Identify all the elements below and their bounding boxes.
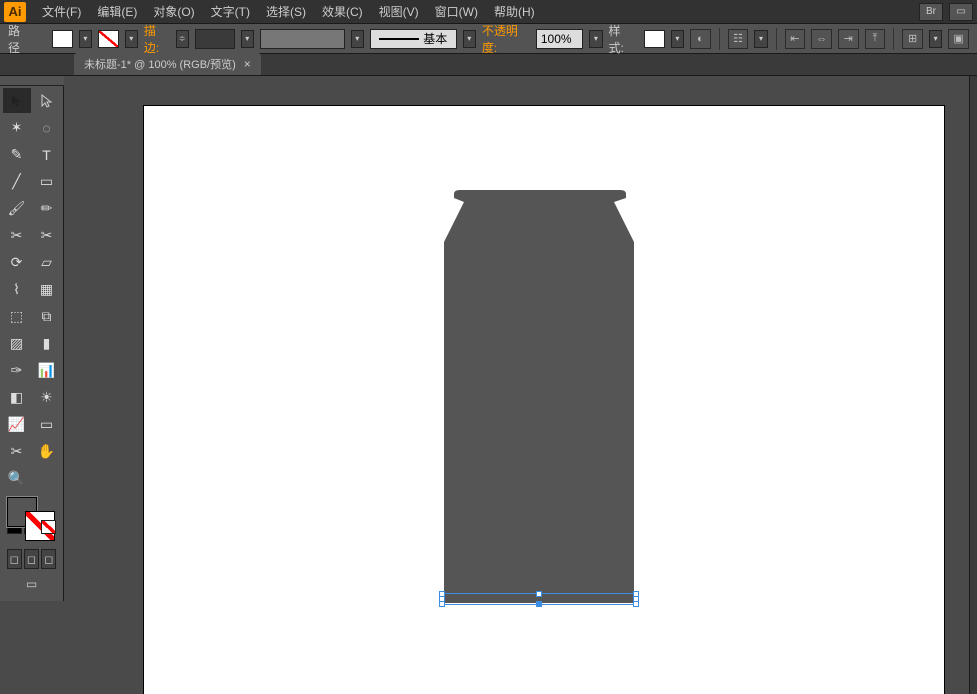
color-mode-none[interactable] bbox=[41, 520, 56, 534]
transform-icon[interactable]: ⊞ bbox=[902, 29, 923, 49]
lasso-tool[interactable]: ◌ bbox=[33, 115, 61, 140]
handle-bottom-right[interactable] bbox=[633, 601, 639, 607]
variable-width-profile[interactable] bbox=[260, 29, 345, 49]
menu-help[interactable]: 帮助(H) bbox=[486, 1, 543, 22]
menu-bar: Ai 文件(F) 编辑(E) 对象(O) 文字(T) 选择(S) 效果(C) 视… bbox=[0, 0, 977, 24]
artboard-tool[interactable]: ▭ bbox=[33, 412, 61, 437]
eraser-tool[interactable]: ✂ bbox=[33, 223, 61, 248]
stroke-weight-stepper[interactable]: ≑ bbox=[176, 30, 189, 48]
blob-brush-tool[interactable]: ✂ bbox=[3, 223, 31, 248]
stroke-swatch[interactable] bbox=[98, 30, 119, 48]
document-tab[interactable]: 未标题-1* @ 100% (RGB/预览) × bbox=[74, 53, 261, 75]
opacity-dropdown-icon[interactable]: ▾ bbox=[589, 30, 602, 48]
screen-mode-button[interactable]: ▭ bbox=[3, 574, 61, 594]
stroke-label: 描边: bbox=[144, 22, 170, 56]
zoom-tool[interactable]: 🔍 bbox=[3, 466, 31, 491]
hand-tool[interactable]: ✋ bbox=[33, 439, 61, 464]
handle-bottom-center[interactable] bbox=[536, 601, 542, 607]
menu-file[interactable]: 文件(F) bbox=[34, 1, 89, 22]
menu-object[interactable]: 对象(O) bbox=[145, 1, 202, 22]
graphic-style-swatch[interactable] bbox=[644, 30, 665, 48]
handle-bottom-left[interactable] bbox=[439, 601, 445, 607]
menu-type[interactable]: 文字(T) bbox=[203, 1, 258, 22]
fill-swatch[interactable] bbox=[52, 30, 73, 48]
menu-effect[interactable]: 效果(C) bbox=[314, 1, 371, 22]
rectangle-tool[interactable]: ▭ bbox=[33, 169, 61, 194]
transform-dropdown-icon[interactable]: ▾ bbox=[929, 30, 942, 48]
selection-bounding-box[interactable] bbox=[441, 593, 637, 605]
draw-mode-row: ◻ ◻ ◻ bbox=[3, 547, 61, 571]
handle-top-center[interactable] bbox=[536, 591, 542, 597]
menu-select[interactable]: 选择(S) bbox=[258, 1, 314, 22]
align-left-icon[interactable]: ⇤ bbox=[785, 29, 806, 49]
draw-normal-icon[interactable]: ◻ bbox=[7, 549, 22, 569]
brush-definition[interactable]: 基本 bbox=[370, 29, 457, 49]
divider bbox=[776, 28, 777, 50]
align-dropdown-icon[interactable]: ▾ bbox=[754, 30, 767, 48]
selection-tool[interactable] bbox=[3, 88, 31, 113]
align-right-icon[interactable]: ⇥ bbox=[838, 29, 859, 49]
close-tab-icon[interactable]: × bbox=[244, 57, 251, 71]
width-tool[interactable]: ⌇ bbox=[3, 277, 31, 302]
align-panel-icon[interactable]: ☷ bbox=[728, 29, 749, 49]
toolbox: ✶ ◌ ✎ T ╱ ▭ 🖌 ✏ ✂ ✂ ⟳ ▱ ⌇ ▦ ⬚ ⧉ ▨ ▮ ✑ 📊 … bbox=[0, 86, 64, 601]
variable-width-dropdown-icon[interactable]: ▾ bbox=[351, 30, 364, 48]
symbol-sprayer-tool[interactable]: ☀ bbox=[33, 385, 61, 410]
toolbox-grip[interactable] bbox=[0, 76, 64, 86]
align-hcenter-icon[interactable]: ⇔ bbox=[811, 29, 832, 49]
selection-type-label: 路径 bbox=[8, 22, 30, 56]
recolor-icon[interactable]: ◐ bbox=[690, 29, 711, 49]
measure-tool[interactable]: 📊 bbox=[33, 358, 61, 383]
control-bar: 路径 ▾ ▾ 描边: ≑ ▾ ▾ 基本 ▾ 不透明度: 100% ▾ 样式: ▾… bbox=[0, 24, 977, 54]
menu-edit[interactable]: 编辑(E) bbox=[89, 1, 145, 22]
menu-window[interactable]: 窗口(W) bbox=[427, 1, 486, 22]
type-tool[interactable]: T bbox=[33, 142, 61, 167]
draw-behind-icon[interactable]: ◻ bbox=[24, 549, 39, 569]
document-tab-title: 未标题-1* @ 100% (RGB/预览) bbox=[84, 56, 236, 72]
document-tab-row: 未标题-1* @ 100% (RGB/预览) × bbox=[0, 54, 977, 76]
slice-tool[interactable]: ✂ bbox=[3, 439, 31, 464]
stroke-weight-field[interactable] bbox=[195, 29, 235, 49]
opacity-field[interactable]: 100% bbox=[536, 29, 583, 49]
line-tool[interactable]: ╱ bbox=[3, 169, 31, 194]
bridge-icon[interactable]: Br bbox=[919, 3, 943, 21]
rotate-tool[interactable]: ⟳ bbox=[3, 250, 31, 275]
brush-dropdown-icon[interactable]: ▾ bbox=[463, 30, 476, 48]
mesh-tool[interactable]: ▨ bbox=[3, 331, 31, 356]
stroke-weight-dropdown-icon[interactable]: ▾ bbox=[241, 30, 254, 48]
blend-tool[interactable]: ◧ bbox=[3, 385, 31, 410]
arrange-docs-icon[interactable]: ▭ bbox=[949, 3, 973, 21]
perspective-grid-tool[interactable]: ⧉ bbox=[33, 304, 61, 329]
divider bbox=[893, 28, 894, 50]
style-dropdown-icon[interactable]: ▾ bbox=[671, 30, 684, 48]
right-dock-collapsed[interactable] bbox=[969, 76, 977, 694]
eyedropper-tool[interactable]: ✑ bbox=[3, 358, 31, 383]
divider bbox=[719, 28, 720, 50]
app-logo-icon: Ai bbox=[4, 2, 26, 22]
style-label: 样式: bbox=[609, 22, 635, 56]
pencil-tool[interactable]: ✏ bbox=[33, 196, 61, 221]
direct-selection-tool[interactable] bbox=[33, 88, 61, 113]
fill-dropdown-icon[interactable]: ▾ bbox=[79, 30, 92, 48]
scale-tool[interactable]: ▱ bbox=[33, 250, 61, 275]
shape-builder-tool[interactable]: ⬚ bbox=[3, 304, 31, 329]
draw-inside-icon[interactable]: ◻ bbox=[41, 549, 56, 569]
magic-wand-tool[interactable]: ✶ bbox=[3, 115, 31, 140]
artboard[interactable] bbox=[144, 106, 944, 694]
can-shape[interactable] bbox=[144, 106, 944, 694]
isolate-icon[interactable]: ▣ bbox=[948, 29, 969, 49]
pen-tool[interactable]: ✎ bbox=[3, 142, 31, 167]
gradient-tool[interactable]: ▮ bbox=[33, 331, 61, 356]
opacity-label: 不透明度: bbox=[482, 22, 530, 56]
column-graph-tool[interactable]: 📈 bbox=[3, 412, 31, 437]
stroke-dropdown-icon[interactable]: ▾ bbox=[125, 30, 138, 48]
free-transform-tool[interactable]: ▦ bbox=[33, 277, 61, 302]
paintbrush-tool[interactable]: 🖌 bbox=[3, 196, 31, 221]
canvas-area[interactable] bbox=[64, 76, 969, 694]
align-top-icon[interactable]: ⤒ bbox=[865, 29, 886, 49]
menu-view[interactable]: 视图(V) bbox=[371, 1, 427, 22]
empty-tool-slot bbox=[33, 466, 61, 491]
